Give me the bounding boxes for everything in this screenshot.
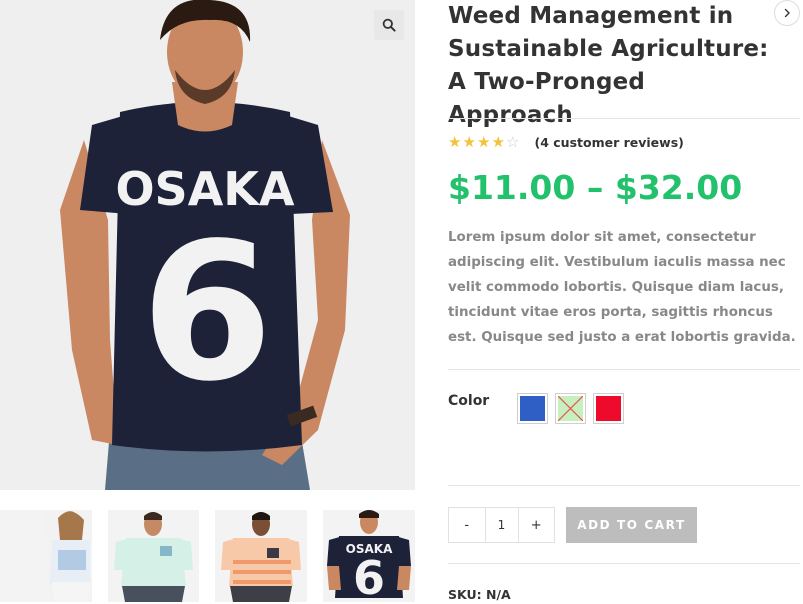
quantity-stepper: - +: [448, 507, 555, 543]
thumbnail-4-shirt-number: 6: [353, 551, 385, 602]
star-icon: ★: [462, 132, 476, 151]
thumbnail-2[interactable]: [108, 510, 199, 602]
color-swatch-red[interactable]: [593, 393, 624, 424]
thumbnail-1-image: [0, 510, 92, 602]
product-description: Lorem ipsum dolor sit amet, consectetur …: [448, 230, 796, 345]
zoom-button[interactable]: [374, 10, 404, 40]
color-label: Color: [448, 393, 490, 409]
color-swatch-green[interactable]: [555, 393, 586, 424]
add-to-cart-button[interactable]: ADD TO CART: [566, 507, 697, 543]
star-icon: ★: [491, 132, 505, 151]
quantity-plus-button[interactable]: +: [519, 508, 555, 542]
unavailable-cross-icon: [558, 396, 583, 421]
product-title: Weed Management in Sustainable Agricultu…: [448, 3, 769, 128]
sku-value: N/A: [485, 587, 511, 602]
product-summary: Weed Management in Sustainable Agricultu…: [448, 0, 803, 604]
swatch-fill: [520, 396, 545, 421]
star-rating: ★ ★ ★ ★ ☆: [448, 132, 521, 151]
thumbnail-4[interactable]: OSAKA 6: [323, 510, 415, 602]
color-swatches: [517, 393, 624, 424]
divider: [448, 369, 800, 370]
sku-row: SKU: N/A: [448, 587, 511, 602]
product-price: $11.00 – $32.00: [448, 168, 743, 207]
main-shirt-small-text: 会員証な: [179, 381, 231, 396]
quantity-minus-button[interactable]: -: [449, 508, 485, 542]
thumbnail-3[interactable]: [215, 510, 307, 602]
thumbnail-3-image: [215, 510, 307, 602]
gallery-thumbnails: OSAKA 6: [0, 510, 415, 604]
divider: [448, 485, 800, 486]
swatch-fill: [596, 396, 621, 421]
reviews-link[interactable]: (4 customer reviews): [535, 135, 684, 150]
thumbnail-1[interactable]: [0, 510, 92, 602]
star-icon: ★: [448, 132, 462, 151]
thumbnail-2-image: [108, 510, 199, 602]
main-product-illustration: OSAKA 6 会員証な: [0, 0, 415, 490]
star-empty-icon: ☆: [506, 132, 520, 151]
divider: [448, 118, 800, 119]
search-icon: [382, 18, 396, 32]
thumbnail-4-image: OSAKA 6: [323, 510, 415, 602]
star-icon: ★: [477, 132, 491, 151]
quantity-input[interactable]: [484, 508, 519, 542]
main-product-image[interactable]: OSAKA 6 会員証な: [0, 0, 415, 490]
color-swatch-blue[interactable]: [517, 393, 548, 424]
sku-label: SKU:: [448, 587, 482, 602]
swatch-fill: [558, 396, 583, 421]
product-gallery: OSAKA 6 会員証な OSAKA 6: [0, 0, 415, 604]
product-rating: ★ ★ ★ ★ ☆ (4 customer reviews): [448, 133, 684, 151]
divider: [448, 563, 800, 564]
